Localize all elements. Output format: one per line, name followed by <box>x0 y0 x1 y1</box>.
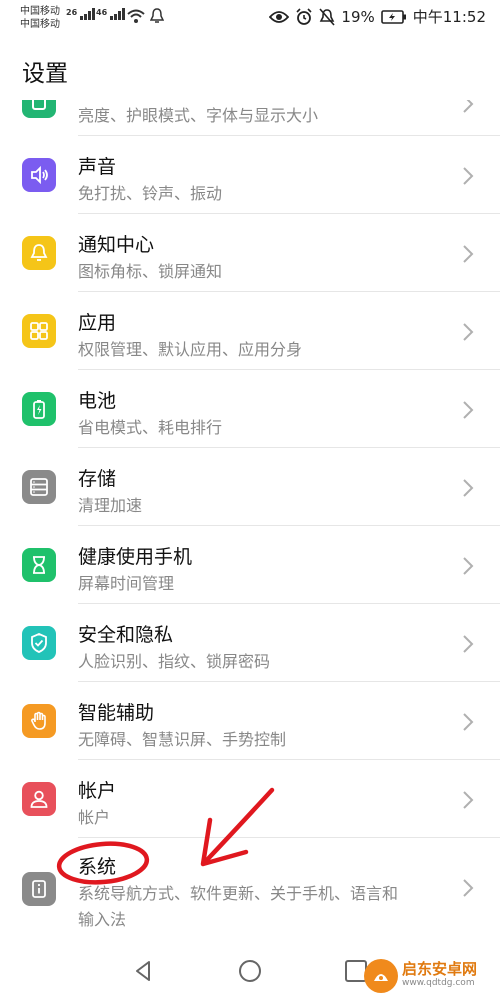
battery-percent: 19% <box>341 7 375 26</box>
carrier-1: 中国移动 <box>20 6 60 17</box>
item-title: 安全和隐私 <box>78 624 174 646</box>
mute-icon <box>319 7 336 26</box>
chevron-right-icon <box>463 100 474 113</box>
item-title: 电池 <box>78 390 117 412</box>
account-icon <box>22 782 56 816</box>
signal-icon-2: 46 <box>96 8 126 20</box>
hand-icon <box>22 704 56 738</box>
shield-icon <box>22 626 56 660</box>
chevron-right-icon <box>463 479 474 497</box>
chevron-right-icon <box>463 167 474 185</box>
watermark-logo-icon <box>364 959 398 993</box>
list-item-display[interactable]: 亮度、护眼模式、字体与显示大小 <box>0 100 500 136</box>
item-title: 智能辅助 <box>78 702 155 724</box>
watermark-url: www.qdtdg.com <box>402 978 475 988</box>
chevron-right-icon <box>463 791 474 809</box>
carrier-labels: 中国移动 中国移动 <box>20 5 60 31</box>
list-item-account[interactable]: 帐户 帐户 <box>0 760 500 838</box>
apps-icon <box>22 314 56 348</box>
item-title: 存储 <box>78 468 117 490</box>
item-title: 健康使用手机 <box>78 546 193 568</box>
bell-icon <box>22 236 56 270</box>
app-header: 设置 <box>0 36 500 100</box>
item-subtitle-line-2: 输入法 <box>78 910 127 929</box>
status-right: 19% 中午11:52 <box>269 6 486 27</box>
list-item-storage[interactable]: 存储 清理加速 <box>0 448 500 526</box>
signal-icon-1: 26 <box>66 8 96 20</box>
list-item-apps[interactable]: 应用 权限管理、默认应用、应用分身 <box>0 292 500 370</box>
item-subtitle: 图标角标、锁屏通知 <box>78 262 223 281</box>
list-item-security[interactable]: 安全和隐私 人脸识别、指纹、锁屏密码 <box>0 604 500 682</box>
item-title: 通知中心 <box>78 234 155 256</box>
back-icon[interactable] <box>130 958 156 984</box>
item-subtitle: 清理加速 <box>78 496 143 515</box>
sound-icon <box>22 158 56 192</box>
item-subtitle: 免打扰、铃声、振动 <box>78 184 223 203</box>
battery-icon <box>380 9 406 24</box>
chevron-right-icon <box>463 713 474 731</box>
item-subtitle: 人脸识别、指纹、锁屏密码 <box>78 652 271 671</box>
item-title: 声音 <box>78 156 117 178</box>
item-subtitle: 帐户 <box>78 808 111 827</box>
wifi-icon <box>127 9 145 23</box>
item-subtitle: 屏幕时间管理 <box>78 574 175 593</box>
eye-comfort-icon <box>269 10 290 23</box>
storage-icon <box>22 470 56 504</box>
item-subtitle: 系统导航方式、软件更新、关于手机、语言和 <box>78 884 399 903</box>
item-subtitle: 亮度、护眼模式、字体与显示大小 <box>78 106 319 125</box>
chevron-right-icon <box>463 557 474 575</box>
chevron-right-icon <box>463 879 474 897</box>
display-icon <box>22 100 56 118</box>
battery-icon <box>22 392 56 426</box>
info-icon <box>22 872 56 906</box>
alarm-icon <box>296 7 312 25</box>
home-icon[interactable] <box>237 958 263 984</box>
list-item-system[interactable]: 系统 系统导航方式、软件更新、关于手机、语言和 输入法 <box>0 838 500 938</box>
status-bar: 中国移动 中国移动 26 46 19% 中午11:52 <box>0 0 500 36</box>
watermark: 启东安卓网 www.qdtdg.com <box>364 956 494 996</box>
watermark-name: 启东安卓网 <box>402 960 478 978</box>
item-title: 系统 <box>78 856 117 878</box>
item-title: 应用 <box>78 312 117 334</box>
chevron-right-icon <box>463 245 474 263</box>
chevron-right-icon <box>463 635 474 653</box>
list-item-battery[interactable]: 电池 省电模式、耗电排行 <box>0 370 500 448</box>
item-subtitle: 无障碍、智慧识屏、手势控制 <box>78 730 287 749</box>
clock: 中午11:52 <box>412 8 486 26</box>
page-title: 设置 <box>22 61 68 87</box>
item-subtitle: 省电模式、耗电排行 <box>78 418 223 437</box>
list-item-accessibility[interactable]: 智能辅助 无障碍、智慧识屏、手势控制 <box>0 682 500 760</box>
list-item-notifications[interactable]: 通知中心 图标角标、锁屏通知 <box>0 214 500 292</box>
item-subtitle: 权限管理、默认应用、应用分身 <box>78 340 303 359</box>
list-item-digital-balance[interactable]: 健康使用手机 屏幕时间管理 <box>0 526 500 604</box>
hourglass-icon <box>22 548 56 582</box>
carrier-2: 中国移动 <box>20 19 60 30</box>
navigation-bar: 启东安卓网 www.qdtdg.com <box>0 940 500 1000</box>
chevron-right-icon <box>463 323 474 341</box>
item-title: 帐户 <box>78 780 117 802</box>
chevron-right-icon <box>463 401 474 419</box>
list-item-sound[interactable]: 声音 免打扰、铃声、振动 <box>0 136 500 214</box>
notification-bell-icon <box>150 8 164 23</box>
